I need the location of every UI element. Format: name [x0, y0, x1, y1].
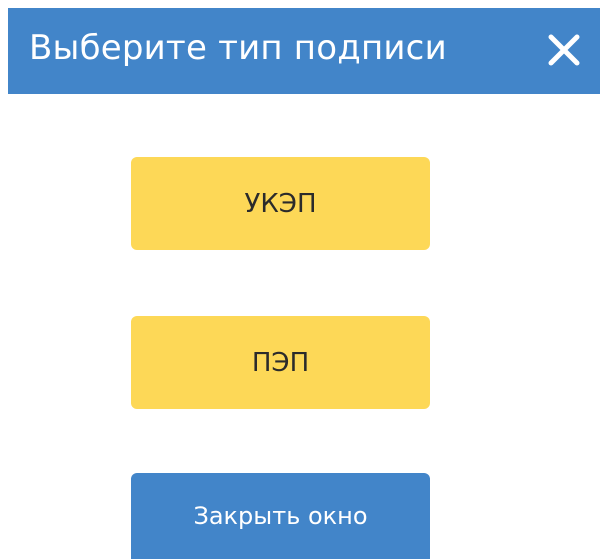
- close-window-button[interactable]: Закрыть окно: [131, 473, 430, 559]
- dialog-title: Выберите тип подписи: [29, 28, 447, 68]
- pep-button-label: ПЭП: [251, 347, 310, 378]
- dialog-header: Выберите тип подписи: [8, 8, 600, 94]
- close-window-button-label: Закрыть окно: [193, 502, 368, 530]
- ukep-button[interactable]: УКЭП: [131, 157, 430, 250]
- pep-button[interactable]: ПЭП: [131, 316, 430, 409]
- ukep-button-label: УКЭП: [244, 188, 317, 219]
- close-icon[interactable]: [544, 30, 584, 70]
